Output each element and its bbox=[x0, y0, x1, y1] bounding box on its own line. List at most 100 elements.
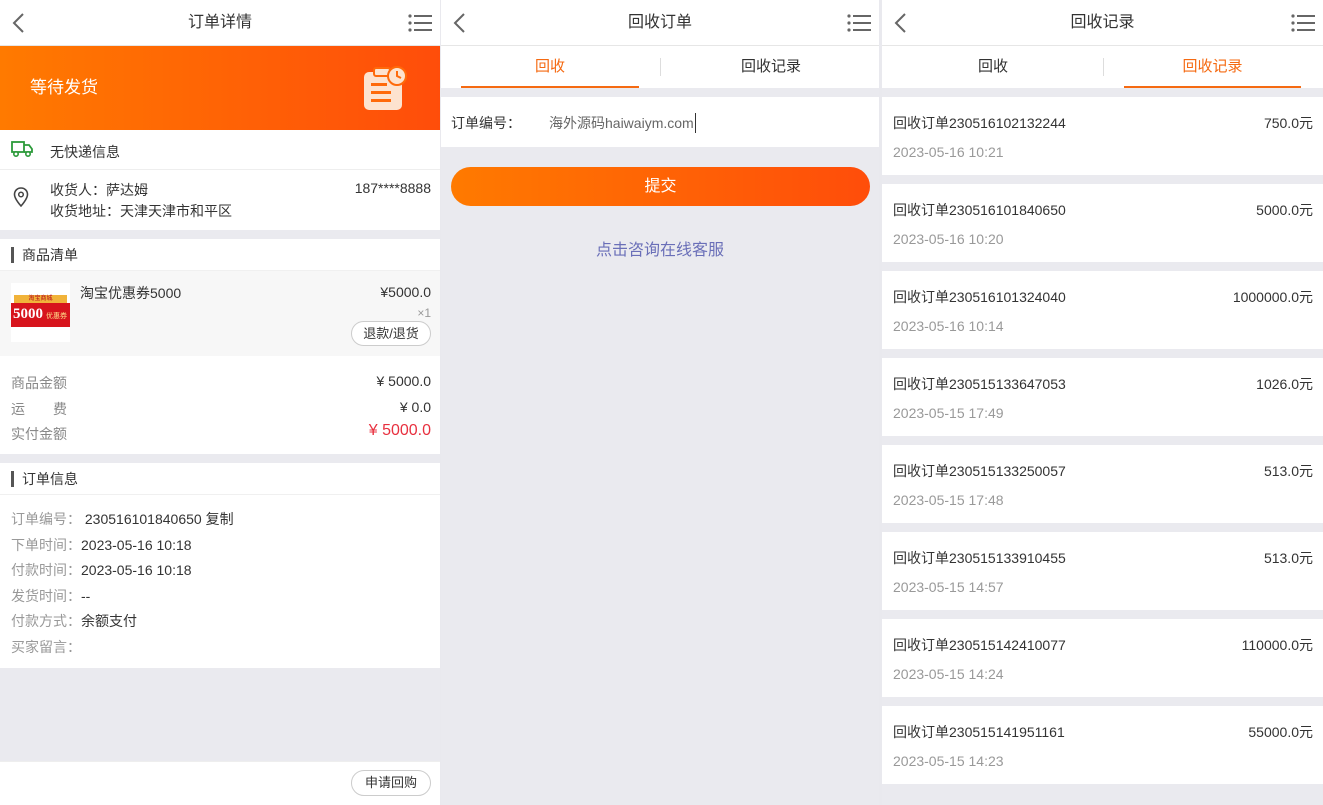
apply-repurchase-button[interactable]: 申请回购 bbox=[351, 770, 431, 796]
list-item[interactable]: 回收订单230516101324040 1000000.0元 2023-05-1… bbox=[882, 271, 1323, 349]
record-order-no: 回收订单230515133910455 bbox=[893, 550, 1066, 566]
paid-amount-value: ¥ 5000.0 bbox=[368, 422, 431, 439]
tab-recycle[interactable]: 回收 bbox=[904, 46, 1082, 88]
list-item[interactable]: 回收订单230515133910455 513.0元 2023-05-15 14… bbox=[882, 532, 1323, 610]
record-amount: 750.0元 bbox=[1263, 115, 1313, 131]
list-item[interactable]: 回收订单230516102132244 750.0元 2023-05-16 10… bbox=[882, 97, 1323, 175]
record-amount: 5000.0元 bbox=[1256, 202, 1313, 218]
order-no-label: 订单编号： bbox=[11, 511, 81, 527]
records-tabs: 回收 回收记录 bbox=[882, 46, 1323, 88]
page-title: 订单详情 bbox=[187, 14, 252, 31]
page-title: 回收记录 bbox=[1070, 14, 1135, 31]
record-time: 2023-05-16 10:21 bbox=[893, 144, 1004, 160]
order-status-banner: 等待发货 bbox=[0, 46, 440, 130]
buyer-message-line: 买家留言： bbox=[11, 637, 81, 657]
record-time: 2023-05-15 14:24 bbox=[893, 666, 1004, 682]
tab-recycle-records[interactable]: 回收记录 bbox=[682, 46, 860, 88]
order-no-line: 订单编号： 230516101840650 复制 bbox=[11, 509, 234, 529]
list-item[interactable]: 回收订单230515142410077 110000.0元 2023-05-15… bbox=[882, 619, 1323, 697]
freight-value: ¥ 0.0 bbox=[399, 399, 431, 415]
thumbnail-top-text: 淘宝商城 bbox=[14, 295, 67, 303]
product-price: ¥5000.0 bbox=[380, 284, 431, 300]
goods-section-title: 商品清单 bbox=[0, 239, 440, 271]
record-order-no: 回收订单230516101324040 bbox=[893, 289, 1066, 305]
goods-amount-label: 商品金额 bbox=[11, 375, 67, 391]
order-detail-panel: 订单详情 等待发货 无快递信息 收货人：萨达姆 187****8888 收货地址… bbox=[0, 0, 440, 805]
copy-button[interactable]: 复制 bbox=[206, 511, 234, 527]
pay-time-value: 2023-05-16 10:18 bbox=[81, 562, 192, 578]
order-time-label: 下单时间： bbox=[11, 537, 81, 553]
menu-list-icon[interactable] bbox=[847, 13, 871, 33]
page-title: 回收订单 bbox=[627, 14, 692, 31]
pay-method-line: 付款方式：余额支付 bbox=[11, 611, 137, 631]
thumbnail-small-text: 优惠券 bbox=[46, 313, 67, 320]
order-time-line: 下单时间：2023-05-16 10:18 bbox=[11, 535, 192, 555]
refund-button[interactable]: 退款/退货 bbox=[351, 321, 431, 346]
address-value: 天津天津市和平区 bbox=[120, 203, 232, 219]
menu-list-icon[interactable] bbox=[1291, 13, 1315, 33]
submit-button[interactable]: 提交 bbox=[451, 167, 870, 206]
record-time: 2023-05-16 10:20 bbox=[893, 231, 1004, 247]
order-no-input-row: 订单编号： 海外源码haiwaiym.com bbox=[441, 97, 879, 147]
menu-list-icon[interactable] bbox=[408, 13, 432, 33]
product-row[interactable]: 淘宝商城 5000 优惠券 淘宝优惠券5000 ¥5000.0 ×1 退款/退货 bbox=[0, 271, 440, 356]
product-thumbnail: 淘宝商城 5000 优惠券 bbox=[11, 283, 70, 342]
record-amount: 110000.0元 bbox=[1241, 637, 1313, 653]
shipping-row: 无快递信息 bbox=[0, 130, 440, 170]
paid-amount-label: 实付金额 bbox=[11, 426, 67, 442]
bottom-action-bar: 申请回购 bbox=[0, 761, 440, 805]
record-time: 2023-05-16 10:14 bbox=[893, 318, 1004, 334]
shipping-address-card: 无快递信息 收货人：萨达姆 187****8888 收货地址：天津天津市和平区 bbox=[0, 130, 440, 230]
freight-label: 运 费 bbox=[11, 401, 67, 417]
online-service-link[interactable]: 点击咨询在线客服 bbox=[441, 236, 879, 260]
order-time-value: 2023-05-16 10:18 bbox=[81, 537, 192, 553]
recycle-records-header: 回收记录 bbox=[882, 0, 1323, 46]
product-name[interactable]: 淘宝优惠券5000 bbox=[80, 283, 181, 303]
clipboard-clock-icon bbox=[364, 66, 407, 110]
thumbnail-coupon: 5000 优惠券 bbox=[11, 303, 70, 327]
record-amount: 1000000.0元 bbox=[1232, 289, 1313, 305]
record-order-no: 回收订单230516102132244 bbox=[893, 115, 1066, 131]
record-time: 2023-05-15 14:23 bbox=[893, 753, 1004, 769]
receiver-phone: 187****8888 bbox=[354, 180, 431, 196]
list-item[interactable]: 回收订单230515133647053 1026.0元 2023-05-15 1… bbox=[882, 358, 1323, 436]
buyer-message-label: 买家留言： bbox=[11, 639, 81, 655]
receiver-name: 萨达姆 bbox=[106, 182, 148, 198]
record-order-no: 回收订单230515133250057 bbox=[893, 463, 1066, 479]
recycle-records-panel: 回收记录 回收 回收记录 回收订单230516102132244 750.0元 … bbox=[882, 0, 1323, 805]
records-list: 回收订单230516102132244 750.0元 2023-05-16 10… bbox=[882, 97, 1323, 784]
record-time: 2023-05-15 17:48 bbox=[893, 492, 1004, 508]
list-item[interactable]: 回收订单230515141951161 55000.0元 2023-05-15 … bbox=[882, 706, 1323, 784]
order-no-input[interactable]: 海外源码haiwaiym.com bbox=[549, 113, 696, 133]
ship-time-line: 发货时间：-- bbox=[11, 586, 90, 606]
goods-amount-value: ¥ 5000.0 bbox=[376, 373, 432, 389]
ship-time-value: -- bbox=[81, 588, 91, 604]
record-order-no: 回收订单230515142410077 bbox=[893, 637, 1066, 653]
order-detail-header: 订单详情 bbox=[0, 0, 440, 46]
address-line: 收货地址：天津天津市和平区 bbox=[50, 201, 232, 221]
record-order-no: 回收订单230516101840650 bbox=[893, 202, 1066, 218]
list-item[interactable]: 回收订单230516101840650 5000.0元 2023-05-16 1… bbox=[882, 184, 1323, 262]
list-item[interactable]: 回收订单230515133250057 513.0元 2023-05-15 17… bbox=[882, 445, 1323, 523]
receiver-label: 收货人： bbox=[50, 182, 106, 198]
order-info-list: 订单编号： 230516101840650 复制 下单时间：2023-05-16… bbox=[0, 495, 440, 668]
thumbnail-amount: 5000 bbox=[13, 306, 43, 322]
recycle-order-header: 回收订单 bbox=[441, 0, 879, 46]
address-label: 收货地址： bbox=[50, 203, 120, 219]
shipping-text: 无快递信息 bbox=[50, 144, 120, 160]
tab-separator bbox=[1103, 58, 1104, 76]
order-no-input-label: 订单编号： bbox=[451, 115, 521, 131]
record-amount: 1026.0元 bbox=[1256, 376, 1313, 392]
tab-recycle[interactable]: 回收 bbox=[461, 46, 639, 88]
order-info-section-title: 订单信息 bbox=[0, 463, 440, 495]
product-qty: ×1 bbox=[417, 306, 431, 320]
order-status-text: 等待发货 bbox=[30, 78, 98, 97]
record-amount: 513.0元 bbox=[1263, 463, 1313, 479]
ship-time-label: 发货时间： bbox=[11, 588, 81, 604]
record-order-no: 回收订单230515141951161 bbox=[893, 724, 1065, 740]
tab-recycle-records[interactable]: 回收记录 bbox=[1124, 46, 1301, 88]
order-no-value: 230516101840650 bbox=[84, 511, 202, 527]
record-time: 2023-05-15 17:49 bbox=[893, 405, 1004, 421]
truck-icon bbox=[11, 141, 33, 158]
amount-summary: 商品金额 ¥ 5000.0 运 费 ¥ 0.0 实付金额 ¥ 5000.0 bbox=[0, 356, 440, 454]
